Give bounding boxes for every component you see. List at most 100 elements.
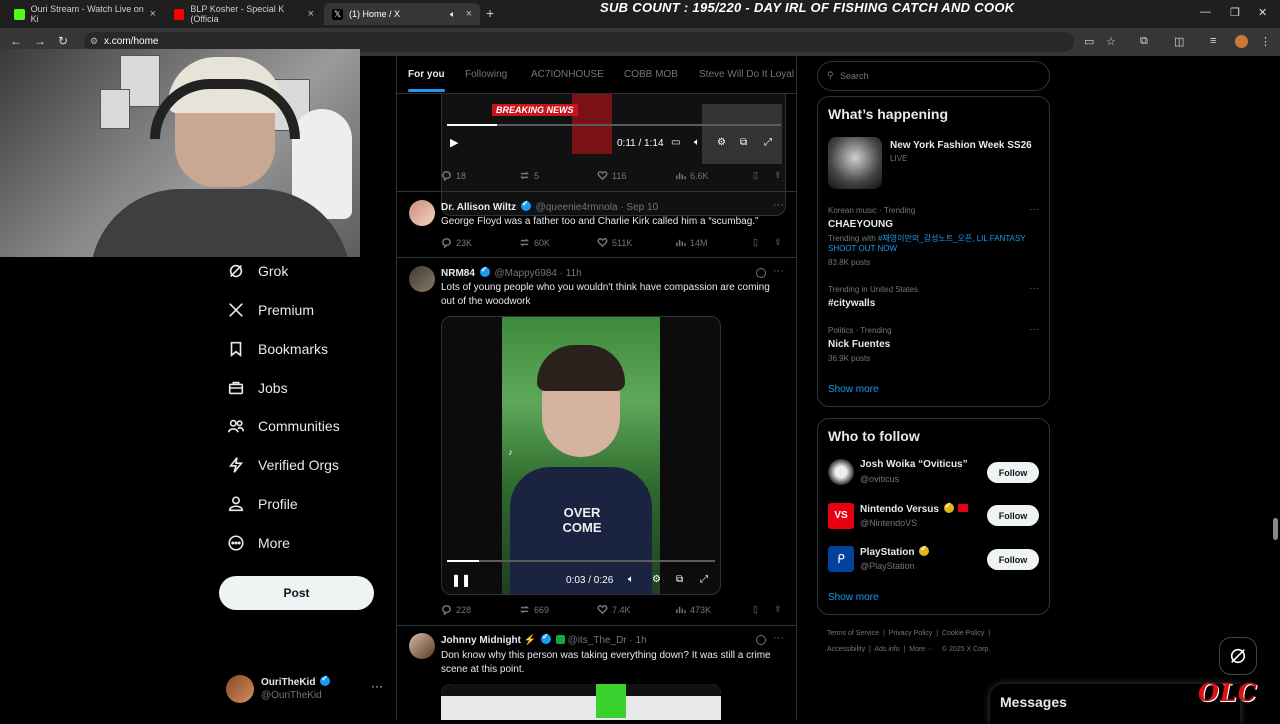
avatar[interactable]	[409, 266, 435, 292]
site-info-icon[interactable]: ⚙︎	[90, 36, 98, 47]
sidebar-icon[interactable]: ◫	[1174, 35, 1184, 48]
author-name[interactable]: Dr. Allison Wiltz	[441, 202, 516, 213]
footer-link[interactable]: Ads info	[874, 646, 899, 653]
close-icon[interactable]: ×	[150, 8, 156, 20]
more-dots-icon[interactable]: ···	[1029, 204, 1039, 215]
nav-bookmarks[interactable]: Bookmarks	[226, 337, 328, 361]
more-dots-icon[interactable]: ···	[1029, 324, 1039, 335]
nav-premium[interactable]: Premium	[226, 298, 314, 322]
browser-tab-kick[interactable]: Ouri Stream - Watch Live on Ki ×	[6, 3, 164, 25]
account-switcher[interactable]: OuriTheKid @OuriTheKid ···	[226, 674, 386, 706]
views-button[interactable]: 6.6K	[675, 170, 709, 181]
tweet-date[interactable]: · Sep 10	[620, 202, 658, 213]
nav-jobs[interactable]: Jobs	[226, 376, 288, 400]
pip-icon[interactable]: ⧉	[676, 574, 683, 585]
reload-icon[interactable]: ↻	[58, 34, 68, 48]
nav-communities[interactable]: Communities	[226, 414, 340, 438]
settings-icon[interactable]: ⚙︎	[652, 574, 661, 585]
tab-cobb-mob[interactable]: COBB MOB	[624, 69, 678, 80]
pip-icon[interactable]: ⧉	[740, 137, 747, 148]
nav-profile[interactable]: Profile	[226, 492, 298, 516]
nav-verified-orgs[interactable]: Verified Orgs	[226, 453, 339, 477]
avatar[interactable]	[409, 633, 435, 659]
bookmark-icon[interactable]: ▯	[753, 604, 758, 615]
fullscreen-icon[interactable]: ⤢	[700, 574, 708, 585]
volume-icon[interactable]: 🔈︎	[628, 574, 634, 585]
footer-link[interactable]: Privacy Policy	[889, 630, 933, 637]
show-more-link[interactable]: Show more	[828, 592, 879, 603]
bookmark-star-icon[interactable]: ☆	[1106, 35, 1116, 48]
cast-icon[interactable]: ▭	[1084, 35, 1094, 48]
nav-more[interactable]: More	[226, 531, 290, 555]
restore-icon[interactable]: ❐	[1230, 6, 1240, 19]
browser-tab-youtube[interactable]: BLP Kosher - Special K (Officia ×	[166, 3, 322, 25]
speaker-icon[interactable]: 🔈︎	[450, 9, 455, 20]
repost-button[interactable]: 5	[519, 170, 539, 181]
grok-icon[interactable]	[756, 268, 766, 278]
captions-icon[interactable]: ▭	[671, 137, 680, 148]
share-icon[interactable]: ⇪	[774, 170, 782, 181]
bookmark-icon[interactable]: ▯	[753, 170, 758, 181]
forward-icon[interactable]: →	[34, 34, 46, 48]
share-icon[interactable]: ⇪	[774, 237, 782, 248]
more-dots-icon[interactable]: ···	[773, 632, 784, 644]
search-input[interactable]: ⚲ Search	[817, 61, 1050, 91]
show-more-link[interactable]: Show more	[828, 384, 879, 395]
author-name[interactable]: NRM84	[441, 268, 475, 279]
more-dots-icon[interactable]: ···	[371, 679, 383, 693]
tab-ac7ionhouse[interactable]: AC7IONHOUSE	[531, 69, 604, 80]
video-player[interactable]: OVER COME ♪ ❚❚ 0:03 / 0:26 🔈︎ ⚙︎ ⧉ ⤢	[441, 316, 721, 595]
footer-link[interactable]: Accessibility	[827, 646, 865, 653]
video-player[interactable]: BREAKING NEWS ▶ 0:11 / 1:14 ▭ 🔈︎ ⚙︎ ⧉ ⤢	[441, 94, 786, 216]
author-handle[interactable]: @its_The_Dr	[568, 635, 627, 646]
repost-button[interactable]: 60K	[519, 237, 550, 248]
video-player[interactable]	[441, 684, 721, 720]
follow-button[interactable]: Follow	[987, 505, 1039, 526]
video-progress[interactable]	[447, 124, 781, 126]
author-handle[interactable]: @queenie4rmnola	[536, 202, 618, 213]
follow-button[interactable]: Follow	[987, 549, 1039, 570]
featured-trend-name[interactable]: New York Fashion Week SS26	[890, 140, 1032, 151]
views-button[interactable]: 473K	[675, 604, 711, 615]
suggestion-name[interactable]: Nintendo Versus	[860, 501, 969, 515]
nav-grok[interactable]: Grok	[226, 259, 288, 283]
scrollbar-thumb[interactable]	[1273, 518, 1278, 540]
minimize-icon[interactable]: —	[1200, 6, 1211, 18]
bookmark-icon[interactable]: ▯	[753, 237, 758, 248]
profile-avatar-icon[interactable]	[1235, 35, 1248, 48]
footer-link[interactable]: Terms of Service	[827, 630, 879, 637]
views-button[interactable]: 14M	[675, 237, 708, 248]
fullscreen-icon[interactable]: ⤢	[764, 137, 772, 148]
tweet-date[interactable]: · 11h	[560, 268, 582, 279]
reading-list-icon[interactable]: ≡	[1210, 35, 1216, 47]
avatar[interactable]	[828, 459, 854, 485]
reply-button[interactable]: 23K	[441, 237, 472, 248]
suggestion-name[interactable]: PlayStation	[860, 544, 931, 558]
follow-button[interactable]: Follow	[987, 462, 1039, 483]
menu-dots-icon[interactable]: ⋮	[1260, 35, 1271, 48]
close-icon[interactable]: ×	[466, 8, 472, 20]
trend-thumbnail[interactable]	[828, 137, 882, 189]
like-button[interactable]: 511K	[597, 237, 632, 248]
reply-button[interactable]: 18	[441, 170, 466, 181]
footer-link[interactable]: Cookie Policy	[942, 630, 984, 637]
repost-button[interactable]: 669	[519, 604, 549, 615]
tab-for-you[interactable]: For you	[408, 69, 445, 92]
tab-steve-will-do-it[interactable]: Steve Will Do It Loyal	[699, 69, 794, 80]
extensions-icon[interactable]: ⧉	[1140, 35, 1148, 48]
avatar[interactable]	[409, 200, 435, 226]
new-tab-icon[interactable]: +	[486, 5, 494, 21]
post-button[interactable]: Post	[219, 576, 374, 610]
settings-icon[interactable]: ⚙︎	[717, 137, 726, 148]
tab-following[interactable]: Following	[465, 69, 507, 80]
nintendo-vs-logo-icon[interactable]: VS	[828, 503, 854, 529]
tweet-date[interactable]: · 1h	[629, 635, 646, 646]
pause-icon[interactable]: ❚❚	[451, 573, 471, 587]
suggestion-name[interactable]: Josh Woika “Oviticus”	[860, 459, 968, 470]
author-name[interactable]: Johnny Midnight	[441, 635, 521, 646]
volume-icon[interactable]: 🔈︎	[694, 137, 700, 148]
more-dots-icon[interactable]: ···	[773, 265, 784, 277]
page-scrollbar[interactable]	[1270, 56, 1280, 720]
author-handle[interactable]: @Mappy6984	[494, 268, 556, 279]
play-icon[interactable]: ▶	[450, 136, 458, 149]
